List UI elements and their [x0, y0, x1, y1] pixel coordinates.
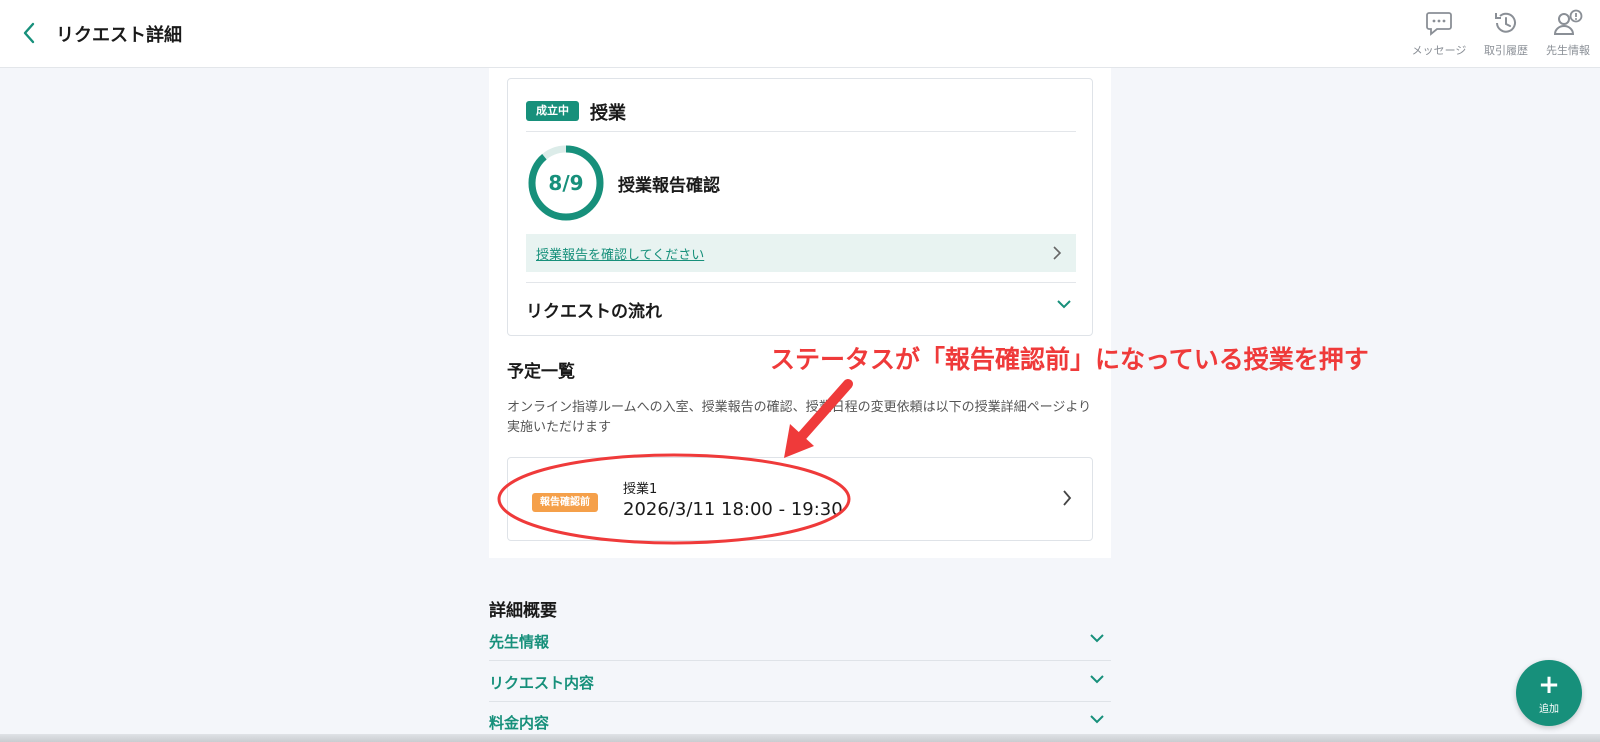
chevron-right-icon [1063, 490, 1072, 506]
report-status-badge: 報告確認前 [532, 493, 598, 512]
teacher-info-icon [1553, 8, 1583, 38]
lesson-status-card: 成立中 授業 8/9 授業報告確認 授業報告を確認してください リクエストの流れ [507, 78, 1093, 336]
chevron-down-icon [1090, 715, 1104, 724]
accordion-request-content[interactable]: リクエスト内容 [489, 662, 1111, 702]
progress-count: 8/9 [548, 171, 584, 195]
annotation-text: ステータスが「報告確認前」になっている授業を押す [770, 345, 1369, 374]
request-flow-label: リクエストの流れ [526, 302, 662, 322]
lesson-name: 授業1 [623, 482, 658, 497]
schedule-description: オンライン指導ルームへの入室、授業報告の確認、授業日程の変更依頼は以下の授業詳細… [507, 400, 1092, 435]
chevron-down-icon [1090, 675, 1104, 684]
lesson-datetime: 2026/3/11 18:00 - 19:30 [623, 499, 843, 520]
message-icon [1425, 8, 1453, 38]
accordion-label: リクエスト内容 [489, 674, 595, 692]
details-title: 詳細概要 [489, 601, 557, 621]
chevron-down-icon [1057, 300, 1071, 309]
divider [526, 131, 1076, 132]
add-button-label: 追加 [1539, 703, 1559, 715]
history-button[interactable]: 取引履歴 [1474, 8, 1538, 58]
card-title: 授業 [590, 103, 626, 124]
back-button[interactable] [16, 20, 42, 46]
chevron-left-icon [23, 22, 35, 44]
lesson-item[interactable]: 報告確認前 授業1 2026/3/11 18:00 - 19:30 [507, 457, 1093, 541]
chevron-down-icon [1090, 634, 1104, 643]
chevron-right-icon [1053, 246, 1062, 260]
report-confirm-link[interactable]: 授業報告を確認してください [526, 234, 1076, 272]
report-confirm-link-text[interactable]: 授業報告を確認してください [536, 244, 704, 263]
status-badge: 成立中 [526, 101, 579, 121]
teacher-info-button-label: 先生情報 [1546, 44, 1590, 57]
history-button-label: 取引履歴 [1484, 44, 1528, 57]
add-button[interactable]: + 追加 [1516, 660, 1582, 726]
message-button-label: メッセージ [1411, 44, 1467, 57]
history-icon [1492, 8, 1520, 38]
accordion-teacher-info[interactable]: 先生情報 [489, 621, 1111, 661]
bottom-edge [0, 734, 1600, 742]
request-flow-accordion[interactable]: リクエストの流れ [526, 283, 1076, 333]
accordion-label: 料金内容 [489, 714, 550, 732]
app-header: リクエスト詳細 メッセージ 取引履歴 先生情報 [0, 0, 1600, 68]
teacher-info-button[interactable]: 先生情報 [1536, 8, 1600, 58]
page-title: リクエスト詳細 [56, 25, 182, 46]
accordion-label: 先生情報 [489, 633, 550, 651]
plus-icon: + [1538, 669, 1560, 700]
report-heading: 授業報告確認 [618, 176, 720, 196]
message-button[interactable]: メッセージ [1407, 8, 1471, 58]
schedule-title: 予定一覧 [507, 362, 575, 382]
